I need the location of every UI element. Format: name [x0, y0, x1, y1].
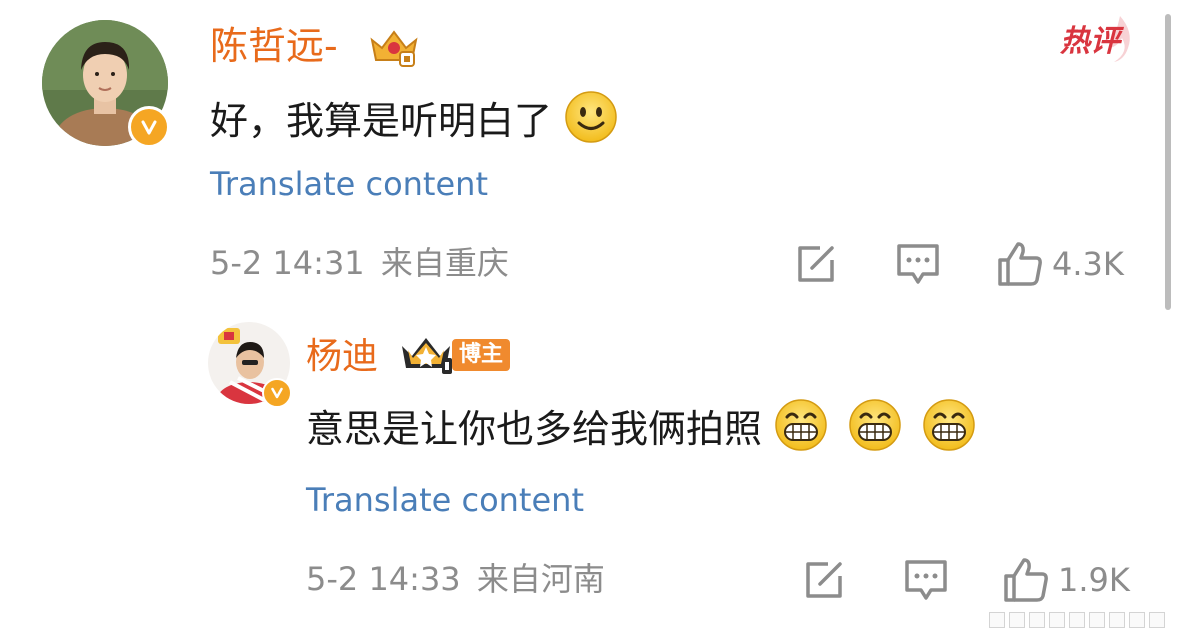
watermark-mark	[1029, 612, 1045, 628]
share-button[interactable]	[794, 242, 838, 286]
share-button[interactable]	[802, 558, 846, 602]
comment-body: 意思是让你也多给我俩拍照	[306, 407, 763, 451]
blogger-badge-label: 博主	[458, 342, 503, 367]
like-button[interactable]: 4.3K	[996, 238, 1124, 290]
scrollbar[interactable]	[1165, 14, 1171, 310]
share-icon	[798, 246, 834, 282]
smile-emoji-icon	[564, 90, 618, 157]
watermark-mark	[1089, 612, 1105, 628]
translate-link[interactable]: Translate content	[210, 164, 488, 204]
crown-icon	[398, 334, 454, 376]
thumbs-up-icon	[1004, 558, 1048, 602]
watermark-mark	[1129, 612, 1145, 628]
comment-text: 好，我算是听明白了	[210, 90, 618, 157]
timestamp: 5-2 14:33	[306, 560, 461, 598]
comment-meta: 5-2 14:33 来自河南	[306, 558, 605, 600]
location: 来自重庆	[380, 244, 509, 282]
hot-label: 热评	[1060, 24, 1120, 59]
watermark-mark	[1149, 612, 1165, 628]
hot-comment-badge: 热评	[1058, 14, 1138, 66]
username[interactable]: 杨迪	[306, 336, 378, 378]
reply-button[interactable]	[895, 242, 941, 286]
watermark-mark	[1009, 612, 1025, 628]
crown-level-icon	[366, 26, 422, 68]
blogger-badge: 博主	[452, 339, 510, 371]
comment-body: 好，我算是听明白了	[210, 99, 553, 143]
grin-emoji-icon	[848, 398, 902, 465]
share-icon	[806, 562, 842, 598]
username[interactable]: 陈哲远-	[210, 24, 338, 68]
timestamp: 5-2 14:31	[210, 244, 365, 282]
like-count: 1.9K	[1058, 561, 1130, 599]
watermark-mark	[1049, 612, 1065, 628]
location: 来自河南	[476, 560, 605, 598]
comment-text: 意思是让你也多给我俩拍照	[306, 398, 976, 465]
like-count: 4.3K	[1052, 245, 1124, 283]
grin-emoji-icon	[774, 398, 828, 465]
verified-badge-icon	[128, 106, 170, 148]
watermark-mark	[989, 612, 1005, 628]
thumbs-up-icon	[998, 242, 1042, 286]
comment-meta: 5-2 14:31 来自重庆	[210, 242, 509, 284]
watermark-overlay	[929, 604, 1179, 632]
verified-badge-icon	[262, 378, 292, 408]
watermark-mark	[1109, 612, 1125, 628]
grin-emoji-icon	[922, 398, 976, 465]
translate-link[interactable]: Translate content	[306, 480, 584, 520]
reply-button[interactable]	[903, 558, 949, 602]
like-button[interactable]: 1.9K	[1002, 554, 1130, 606]
comment-icon	[897, 244, 939, 284]
comment-icon	[905, 560, 947, 600]
watermark-mark	[1069, 612, 1085, 628]
